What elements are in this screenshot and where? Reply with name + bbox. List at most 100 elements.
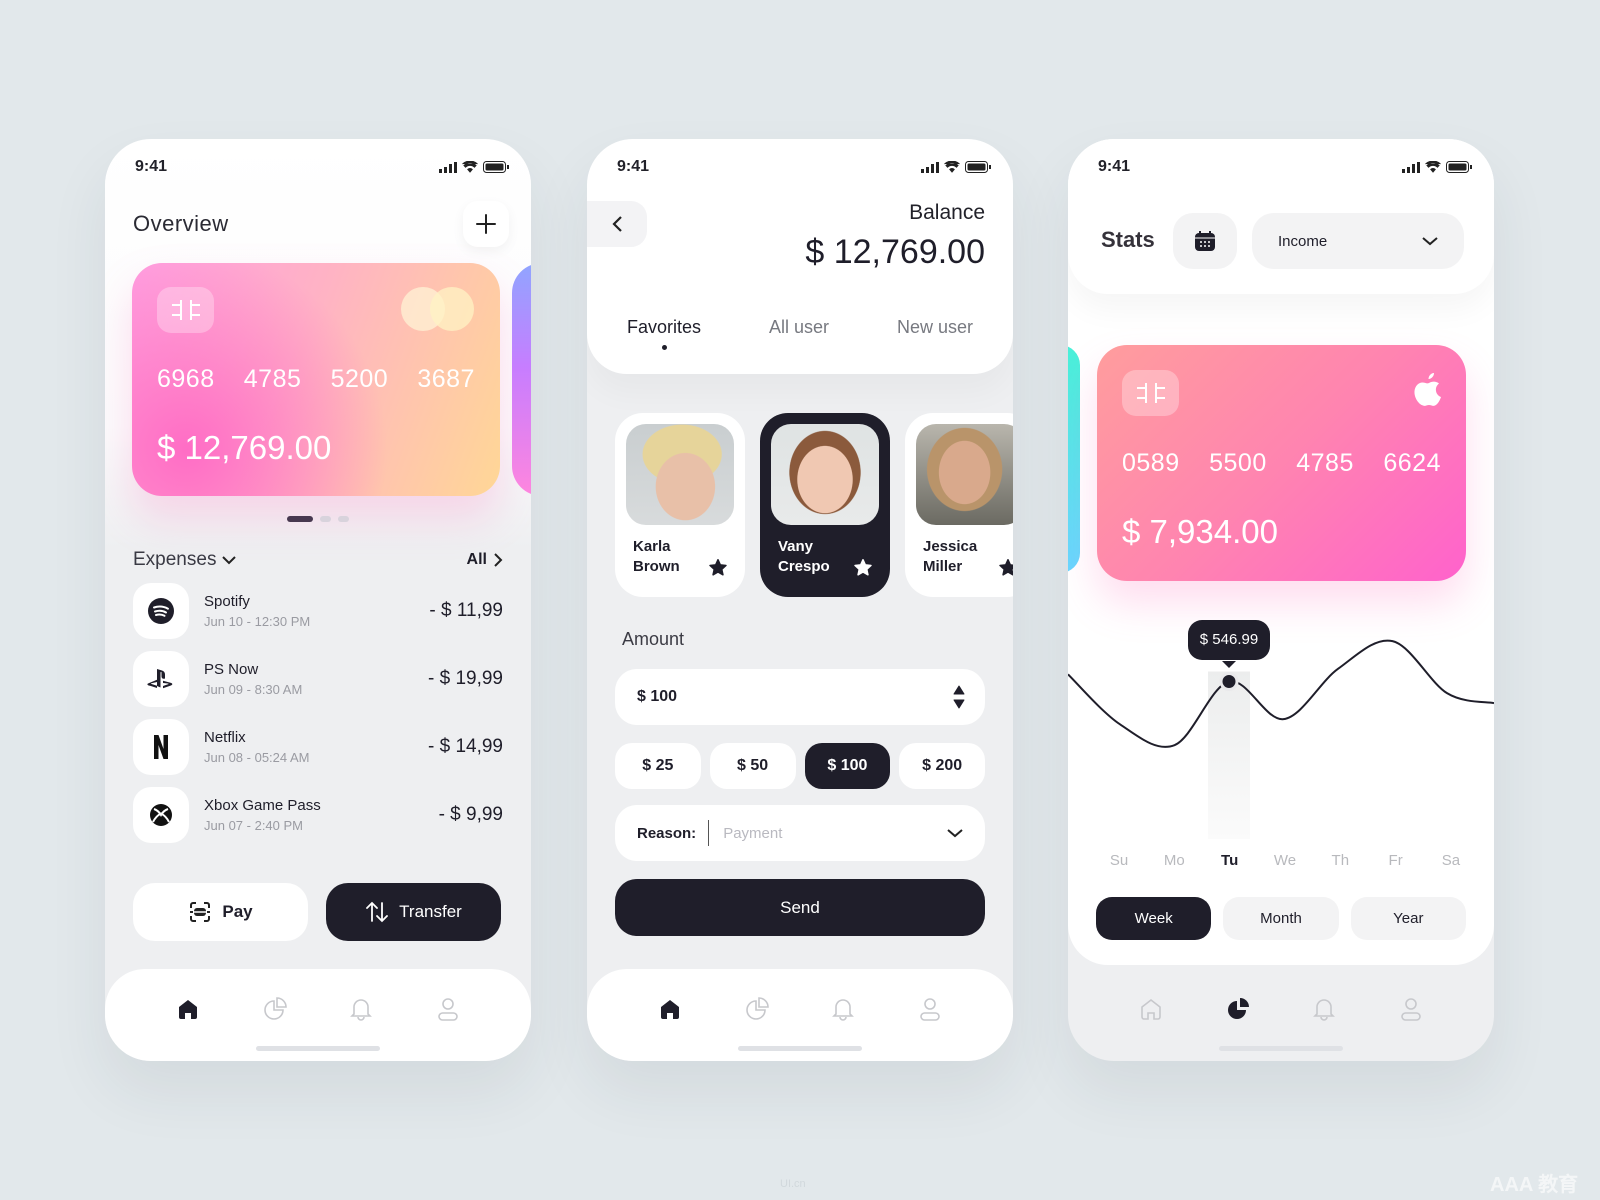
chevron-down-icon	[222, 556, 237, 565]
carousel-dot[interactable]	[287, 516, 313, 522]
quick-amount-50[interactable]: $ 50	[709, 743, 796, 789]
quick-amount-100[interactable]: $ 100	[804, 743, 891, 789]
home-icon	[1141, 998, 1162, 1020]
income-line-chart	[1068, 639, 1494, 839]
amount-input[interactable]: $ 100	[615, 669, 985, 725]
income-series-line	[1068, 639, 1494, 748]
transaction-amount: - $ 19,99	[428, 668, 503, 689]
pay-button[interactable]: Pay	[133, 883, 308, 941]
bell-icon	[350, 999, 373, 1021]
chart-tooltip: $ 546.99	[1188, 619, 1270, 668]
bell-icon	[1313, 999, 1336, 1021]
day-label[interactable]: We	[1260, 852, 1310, 869]
card-number-group: 6624	[1383, 449, 1441, 477]
add-card-button[interactable]	[463, 201, 509, 247]
expenses-label: Expenses	[133, 549, 217, 570]
nav-profile[interactable]	[1391, 989, 1431, 1029]
transaction-row[interactable]: Xbox Game Pass Jun 07 - 2:40 PM - $ 9,99	[133, 787, 503, 843]
chevron-down-icon	[1422, 237, 1438, 246]
tab-new-user[interactable]: New user	[887, 317, 983, 338]
transaction-row[interactable]: PS Now Jun 09 - 8:30 AM - $ 19,99	[133, 651, 503, 707]
user-icon	[437, 998, 458, 1021]
tab-all-user[interactable]: All user	[759, 317, 839, 338]
transaction-row[interactable]: Spotify Jun 10 - 12:30 PM - $ 11,99	[133, 583, 503, 639]
day-label[interactable]: Mo	[1149, 852, 1199, 869]
expenses-filter[interactable]: Expenses	[133, 549, 237, 571]
star-icon[interactable]	[854, 559, 872, 576]
nav-stats[interactable]	[255, 989, 295, 1029]
favorite-contact[interactable]: Jessica Miller	[905, 413, 1013, 597]
pie-chart-icon	[263, 997, 287, 1020]
transaction-row[interactable]: Netflix Jun 08 - 05:24 AM - $ 14,99	[133, 719, 503, 775]
quick-amount-25[interactable]: $ 25	[615, 743, 701, 789]
status-bar: 9:41	[135, 157, 509, 177]
card-number-group: 4785	[243, 365, 302, 393]
nav-notifications[interactable]	[341, 989, 381, 1029]
plus-icon	[476, 214, 496, 234]
nav-profile[interactable]	[910, 989, 950, 1029]
mastercard-logo-icon	[401, 287, 474, 331]
nav-profile[interactable]	[428, 989, 468, 1029]
calendar-icon	[1195, 231, 1215, 251]
home-indicator	[256, 1046, 380, 1051]
card-number-group: 6968	[157, 365, 215, 393]
card-number: 6968 4785 5200 3687	[157, 365, 475, 394]
send-button[interactable]: Send	[615, 879, 985, 936]
nav-stats[interactable]	[1218, 989, 1258, 1029]
reason-select[interactable]: Reason: Payment	[615, 805, 985, 861]
home-indicator	[1219, 1046, 1343, 1051]
star-icon[interactable]	[709, 559, 727, 576]
credit-card[interactable]: 6968 4785 5200 3687 $ 12,769.00	[132, 263, 500, 496]
favorite-contact-selected[interactable]: Vany Crespo	[760, 413, 890, 597]
day-axis: Su Mo Tu We Th Fr Sa	[1094, 852, 1476, 869]
next-card-peek[interactable]	[512, 263, 531, 496]
transaction-amount: - $ 14,99	[428, 736, 503, 757]
credit-card[interactable]: 0589 5500 4785 6624 $ 7,934.00	[1097, 345, 1466, 581]
watermark-left: UI.cn	[780, 1178, 806, 1190]
nav-home[interactable]	[650, 989, 690, 1029]
day-label[interactable]: Fr	[1371, 852, 1421, 869]
nav-home[interactable]	[1131, 989, 1171, 1029]
signal-icon	[921, 161, 939, 173]
highlight-point[interactable]	[1219, 672, 1239, 692]
nav-home[interactable]	[168, 989, 208, 1029]
balance-label: Balance	[909, 201, 985, 224]
see-all-link[interactable]: All	[467, 551, 503, 569]
dropdown-value: Income	[1278, 232, 1328, 250]
day-label-selected[interactable]: Tu	[1205, 852, 1255, 869]
transaction-amount: - $ 11,99	[429, 600, 503, 621]
highlight-band	[1208, 671, 1250, 839]
period-year[interactable]: Year	[1350, 897, 1466, 940]
transaction-amount: - $ 9,99	[438, 804, 503, 825]
overview-screen: 9:41 Overview 6968 4785 5200 3687 $ 12,7…	[105, 139, 531, 1061]
period-month[interactable]: Month	[1223, 897, 1339, 940]
netflix-icon	[154, 735, 168, 759]
calendar-button[interactable]	[1173, 213, 1237, 269]
transfer-button[interactable]: Transfer	[326, 883, 501, 941]
transfer-screen: 9:41 Balance $ 12,769.00 Favorites All u…	[587, 139, 1013, 1061]
avatar	[771, 424, 879, 525]
stepper-icon[interactable]	[953, 684, 965, 710]
carousel-dot[interactable]	[320, 516, 331, 522]
quick-amount-200[interactable]: $ 200	[899, 743, 985, 789]
wifi-icon	[1425, 161, 1441, 173]
page-title: Stats	[1101, 227, 1155, 252]
nav-stats[interactable]	[737, 989, 777, 1029]
nav-notifications[interactable]	[823, 989, 863, 1029]
carousel-dot[interactable]	[338, 516, 349, 522]
back-button[interactable]	[587, 201, 647, 247]
favorite-contact[interactable]: Karla Brown	[615, 413, 745, 597]
period-week[interactable]: Week	[1096, 897, 1212, 940]
day-label[interactable]: Th	[1315, 852, 1365, 869]
contact-last-name: Crespo	[778, 558, 830, 575]
income-dropdown[interactable]: Income	[1252, 213, 1464, 269]
transfer-label: Transfer	[399, 902, 462, 921]
prev-card-peek[interactable]	[1068, 345, 1080, 573]
day-label[interactable]: Sa	[1426, 852, 1476, 869]
star-icon[interactable]	[999, 559, 1013, 576]
nav-notifications[interactable]	[1304, 989, 1344, 1029]
day-label[interactable]: Su	[1094, 852, 1144, 869]
wifi-icon	[944, 161, 960, 173]
tab-favorites[interactable]: Favorites	[617, 317, 711, 350]
watermark-right: AAA 教育	[1490, 1174, 1579, 1196]
